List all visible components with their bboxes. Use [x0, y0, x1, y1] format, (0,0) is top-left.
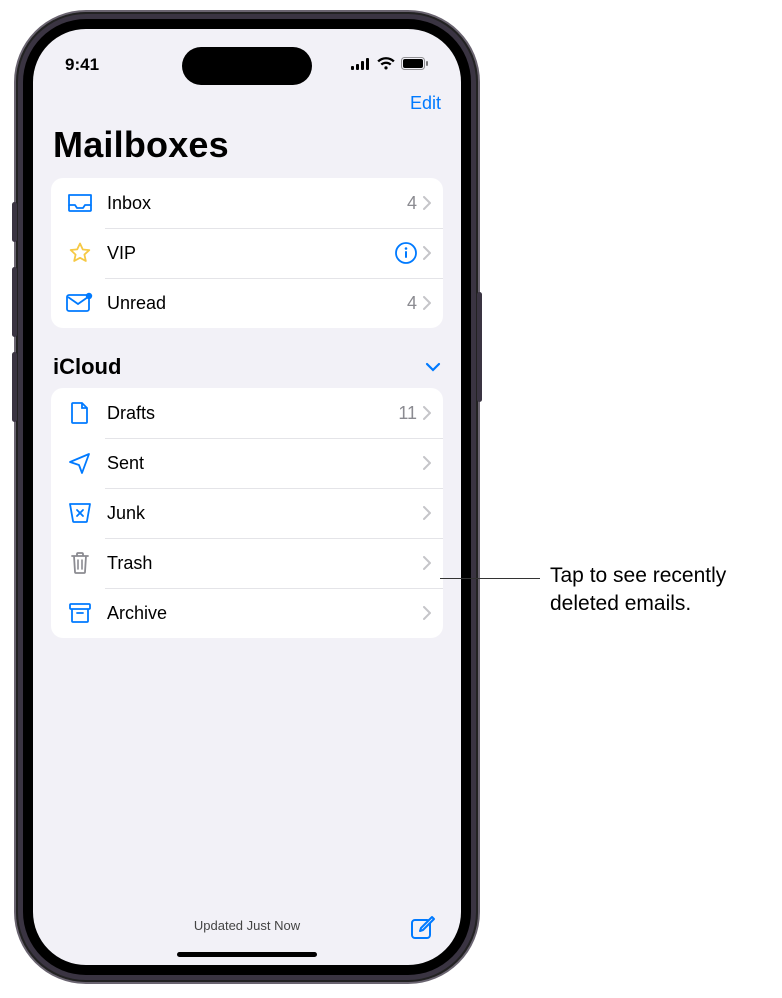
- callout-line: [440, 578, 540, 579]
- dynamic-island: [182, 47, 312, 85]
- mailbox-count: 4: [407, 293, 417, 314]
- callout-text: Tap to see recently deleted emails.: [550, 562, 780, 619]
- compose-button[interactable]: [409, 914, 437, 947]
- inbox-icon: [65, 188, 95, 218]
- wifi-icon: [377, 55, 395, 75]
- mailbox-vip[interactable]: VIP: [51, 228, 443, 278]
- chevron-right-icon: [423, 406, 431, 420]
- info-icon[interactable]: [395, 242, 417, 264]
- junk-icon: [65, 498, 95, 528]
- chevron-down-icon: [425, 362, 441, 372]
- mailbox-drafts[interactable]: Drafts 11: [51, 388, 443, 438]
- power-button: [477, 292, 482, 402]
- smart-mailboxes-group: Inbox 4 VIP Unread 4: [51, 178, 443, 328]
- mailbox-archive[interactable]: Archive: [51, 588, 443, 638]
- screen: 9:41 Edit Mailboxes: [33, 29, 461, 965]
- mailbox-label: Trash: [107, 553, 423, 574]
- chevron-right-icon: [423, 456, 431, 470]
- sent-icon: [65, 448, 95, 478]
- mailbox-label: Inbox: [107, 193, 407, 214]
- trash-icon: [65, 548, 95, 578]
- mailbox-inbox[interactable]: Inbox 4: [51, 178, 443, 228]
- mailbox-count: 4: [407, 193, 417, 214]
- phone-frame: 9:41 Edit Mailboxes: [16, 12, 478, 982]
- mailbox-count: 11: [398, 403, 417, 424]
- home-indicator: [177, 952, 317, 957]
- mailbox-label: Sent: [107, 453, 423, 474]
- mailbox-label: VIP: [107, 243, 395, 264]
- volume-down-button: [12, 352, 17, 422]
- mailbox-sent[interactable]: Sent: [51, 438, 443, 488]
- status-time: 9:41: [65, 55, 99, 75]
- section-header-icloud[interactable]: iCloud: [53, 354, 441, 380]
- chevron-right-icon: [423, 296, 431, 310]
- mailbox-label: Junk: [107, 503, 423, 524]
- mute-switch: [12, 202, 17, 242]
- mailbox-label: Unread: [107, 293, 407, 314]
- nav-bar: Edit: [33, 87, 461, 114]
- mailbox-label: Archive: [107, 603, 423, 624]
- mailbox-label: Drafts: [107, 403, 398, 424]
- update-status: Updated Just Now: [194, 918, 300, 933]
- status-icons: [351, 55, 429, 75]
- cellular-icon: [351, 55, 371, 75]
- star-icon: [65, 238, 95, 268]
- page-title: Mailboxes: [33, 114, 461, 178]
- edit-button[interactable]: Edit: [410, 93, 441, 114]
- icloud-mailboxes-group: Drafts 11 Sent Junk: [51, 388, 443, 638]
- chevron-right-icon: [423, 606, 431, 620]
- archive-icon: [65, 598, 95, 628]
- volume-up-button: [12, 267, 17, 337]
- battery-icon: [401, 55, 429, 75]
- chevron-right-icon: [423, 196, 431, 210]
- mailbox-junk[interactable]: Junk: [51, 488, 443, 538]
- chevron-right-icon: [423, 506, 431, 520]
- section-title: iCloud: [53, 354, 121, 380]
- mailbox-unread[interactable]: Unread 4: [51, 278, 443, 328]
- drafts-icon: [65, 398, 95, 428]
- unread-icon: [65, 288, 95, 318]
- mailbox-trash[interactable]: Trash: [51, 538, 443, 588]
- chevron-right-icon: [423, 556, 431, 570]
- chevron-right-icon: [423, 246, 431, 260]
